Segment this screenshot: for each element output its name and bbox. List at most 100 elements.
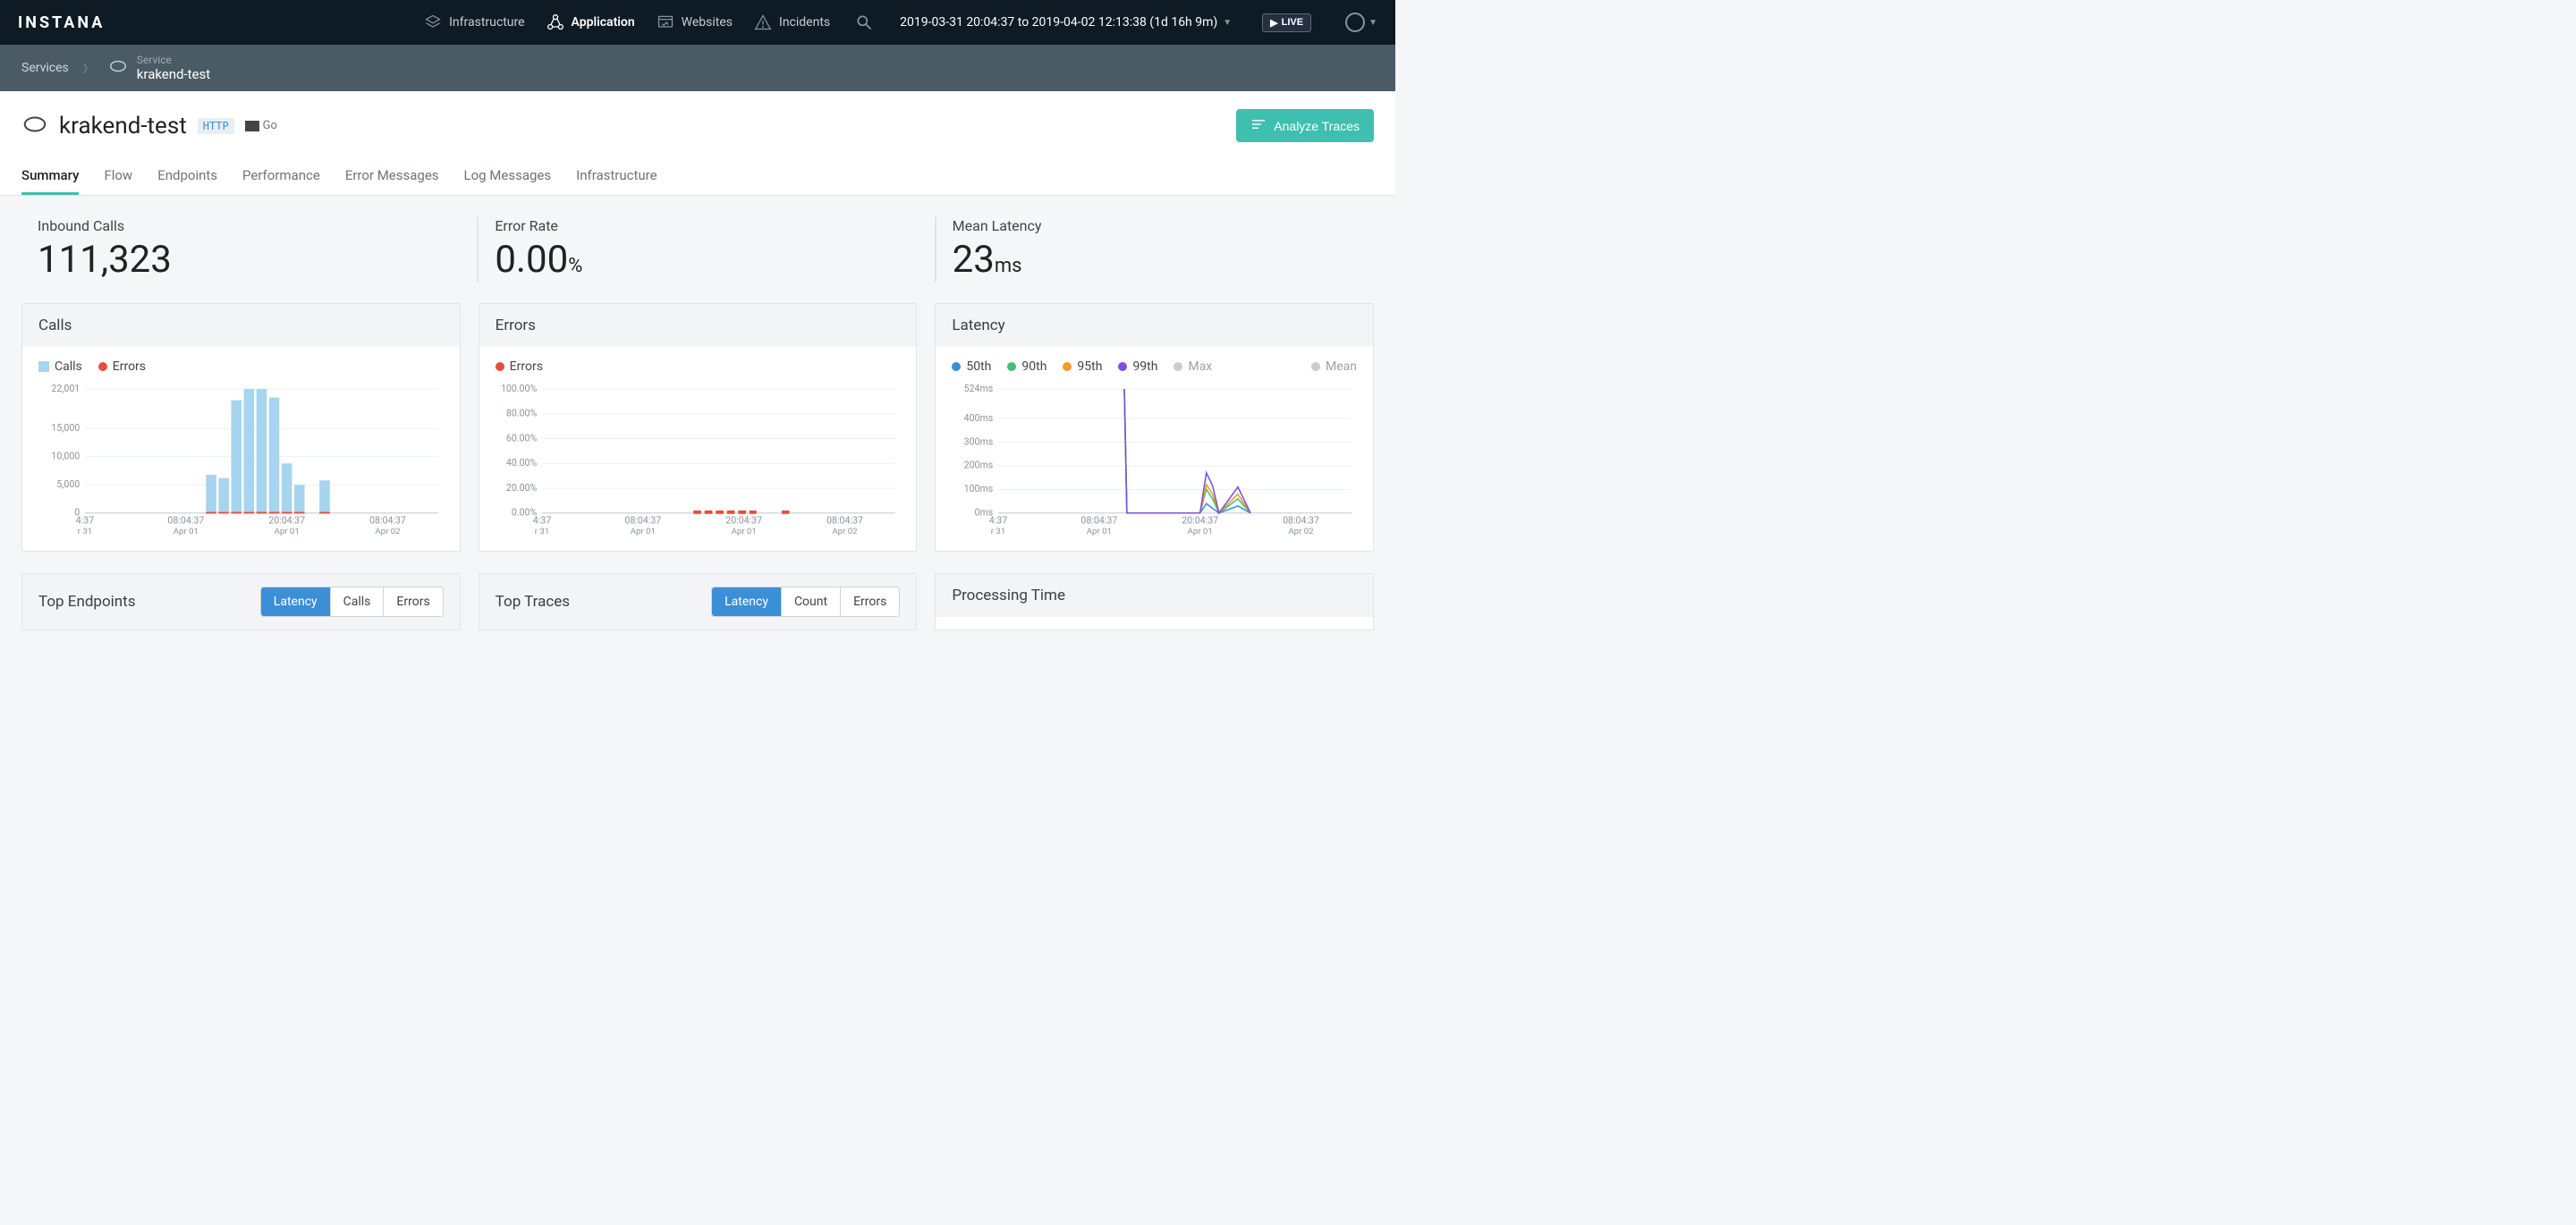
panel-title: Calls <box>22 304 460 347</box>
logo: INSTANA <box>18 13 105 32</box>
svg-text:20.00%: 20.00% <box>506 482 538 494</box>
tab-summary[interactable]: Summary <box>21 158 79 195</box>
nav-label: Websites <box>682 15 733 30</box>
nav-label: Infrastructure <box>449 15 524 30</box>
service-icon <box>108 56 128 80</box>
tab-error-messages[interactable]: Error Messages <box>345 158 439 195</box>
nav-application[interactable]: Application <box>547 13 635 31</box>
page-header: krakend-test HTTP Go Analyze Traces Summ… <box>0 91 1395 196</box>
legend-99th[interactable]: 99th <box>1118 359 1157 374</box>
alert-icon <box>754 13 772 31</box>
service-icon <box>21 111 48 141</box>
browser-icon <box>657 13 674 31</box>
kpi-value: 111,323 <box>38 238 443 282</box>
panel-processing-time: Processing Time <box>935 573 1374 630</box>
legend-calls[interactable]: Calls <box>38 359 82 374</box>
tag-http: HTTP <box>198 118 234 134</box>
svg-text:5,000: 5,000 <box>56 478 80 490</box>
bottom-panels: Top Endpoints Latency Calls Errors Top T… <box>0 573 1395 652</box>
tab-performance[interactable]: Performance <box>242 158 320 195</box>
nav-label: Application <box>572 15 635 30</box>
avatar-icon <box>1345 13 1365 32</box>
panel-top-endpoints: Top Endpoints Latency Calls Errors <box>21 573 461 630</box>
panel-calls: Calls Calls Errors 05,00010,00015,00022,… <box>21 303 461 552</box>
svg-text:Apr 01: Apr 01 <box>174 527 199 536</box>
tab-endpoints[interactable]: Endpoints <box>157 158 217 195</box>
go-icon <box>245 121 259 131</box>
legend-errors[interactable]: Errors <box>496 359 543 374</box>
svg-text:4:37: 4:37 <box>532 514 550 526</box>
legend-mean[interactable]: Mean <box>1311 359 1357 374</box>
breadcrumb-root[interactable]: Services <box>21 61 69 75</box>
breadcrumb-type-label: Service <box>137 54 210 66</box>
legend-errors[interactable]: Errors <box>98 359 146 374</box>
legend-50th[interactable]: 50th <box>952 359 991 374</box>
svg-text:Apr 01: Apr 01 <box>275 527 300 536</box>
svg-text:10,000: 10,000 <box>51 451 80 462</box>
tag-lang-label: Go <box>263 119 277 132</box>
nav-label: Incidents <box>779 15 830 30</box>
svg-text:400ms: 400ms <box>964 412 994 424</box>
panel-title: Errors <box>479 304 917 347</box>
kpi-value: 23ms <box>953 238 1358 282</box>
tag-lang: Go <box>245 119 277 132</box>
legend: 50th 90th 95th 99th Max Mean <box>952 359 1357 374</box>
pill-group: Latency Calls Errors <box>260 587 444 617</box>
top-nav: INSTANA Infrastructure Application Websi… <box>0 0 1395 45</box>
panel-title: Processing Time <box>952 587 1065 604</box>
analyze-label: Analyze Traces <box>1274 119 1360 133</box>
tab-log-messages[interactable]: Log Messages <box>464 158 552 195</box>
analyze-traces-button[interactable]: Analyze Traces <box>1236 109 1374 142</box>
legend: Errors <box>496 359 901 374</box>
nav-websites[interactable]: Websites <box>657 13 733 31</box>
kpi-mean-latency: Mean Latency 23ms <box>935 217 1374 282</box>
svg-text:4:37: 4:37 <box>989 514 1007 526</box>
kpi-label: Mean Latency <box>953 217 1358 234</box>
tab-flow[interactable]: Flow <box>104 158 132 195</box>
time-range-picker[interactable]: 2019-03-31 20:04:37 to 2019-04-02 12:13:… <box>900 15 1232 30</box>
tab-infrastructure[interactable]: Infrastructure <box>576 158 657 195</box>
legend-max[interactable]: Max <box>1174 359 1212 374</box>
panel-title: Top Endpoints <box>38 593 136 611</box>
svg-text:Apr 01: Apr 01 <box>1188 527 1213 536</box>
time-range-text: 2019-03-31 20:04:37 to 2019-04-02 12:13:… <box>900 15 1217 30</box>
page-tabs: Summary Flow Endpoints Performance Error… <box>21 158 1374 195</box>
pill-errors[interactable]: Errors <box>383 587 442 616</box>
svg-text:08:04:37: 08:04:37 <box>1283 514 1319 526</box>
search-icon[interactable] <box>855 13 873 31</box>
panel-errors: Errors Errors 0.00%20.00%40.00%60.00%80.… <box>479 303 918 552</box>
pill-latency[interactable]: Latency <box>261 587 330 616</box>
kpi-label: Error Rate <box>495 217 900 234</box>
svg-text:08:04:37: 08:04:37 <box>826 514 863 526</box>
live-button[interactable]: ▶ LIVE <box>1262 13 1311 32</box>
chart-panels: Calls Calls Errors 05,00010,00015,00022,… <box>0 303 1395 573</box>
chevron-down-icon: ▼ <box>1368 18 1377 28</box>
legend-90th[interactable]: 90th <box>1007 359 1046 374</box>
legend-95th[interactable]: 95th <box>1063 359 1102 374</box>
kpi-inbound-calls: Inbound Calls 111,323 <box>21 217 459 282</box>
svg-text:200ms: 200ms <box>964 460 994 471</box>
breadcrumb: Services 〉 Service krakend-test <box>0 45 1395 91</box>
pill-latency[interactable]: Latency <box>712 587 781 616</box>
user-menu[interactable]: ▼ <box>1345 13 1377 32</box>
svg-text:Apr 01: Apr 01 <box>1087 527 1112 536</box>
svg-text:Apr 01: Apr 01 <box>731 527 756 536</box>
nav-items: Infrastructure Application Websites Inci… <box>424 13 1377 32</box>
live-label: LIVE <box>1282 17 1303 28</box>
pill-calls[interactable]: Calls <box>330 587 384 616</box>
pill-count[interactable]: Count <box>781 587 840 616</box>
svg-text:r 31: r 31 <box>534 527 548 536</box>
svg-text:4:37: 4:37 <box>76 514 94 526</box>
chart-calls[interactable]: 05,00010,00015,00022,0014:37r 3108:04:37… <box>38 381 444 542</box>
svg-text:40.00%: 40.00% <box>506 457 538 469</box>
chart-errors[interactable]: 0.00%20.00%40.00%60.00%80.00%100.00%4:37… <box>496 381 901 542</box>
nav-infrastructure[interactable]: Infrastructure <box>424 13 524 31</box>
svg-text:08:04:37: 08:04:37 <box>624 514 661 526</box>
kpi-row: Inbound Calls 111,323 Error Rate 0.00% M… <box>0 196 1395 303</box>
kpi-label: Inbound Calls <box>38 217 443 234</box>
pill-errors[interactable]: Errors <box>840 587 899 616</box>
nav-incidents[interactable]: Incidents <box>754 13 830 31</box>
svg-text:80.00%: 80.00% <box>506 408 538 419</box>
chart-latency[interactable]: 0ms100ms200ms300ms400ms524ms4:37r 3108:0… <box>952 381 1357 542</box>
svg-text:08:04:37: 08:04:37 <box>369 514 406 526</box>
